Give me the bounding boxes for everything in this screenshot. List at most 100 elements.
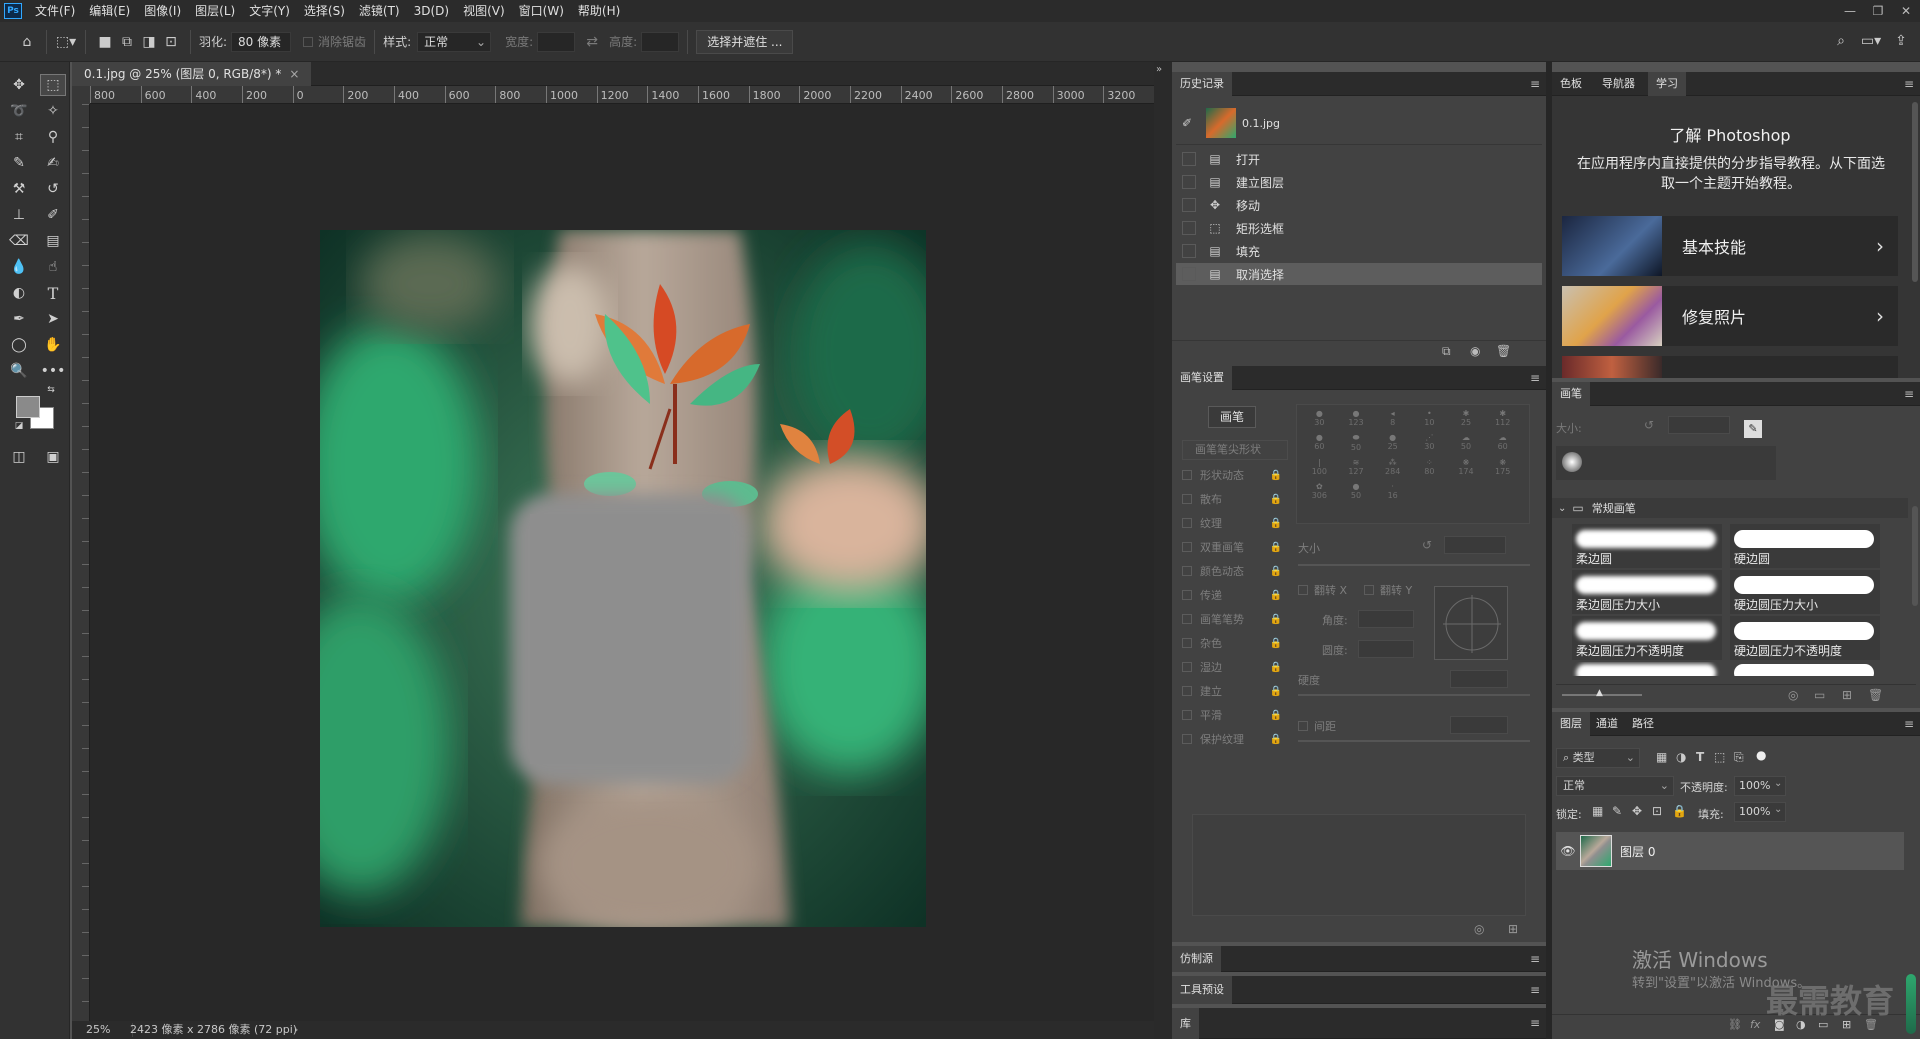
spacing-checkbox[interactable]: 间距 (1298, 718, 1336, 734)
blend-mode-select[interactable]: 正常 ⌄ (1556, 776, 1674, 796)
quick-mask-icon[interactable]: ◫ (6, 446, 32, 468)
path-selection-tool-icon[interactable]: ➤ (40, 308, 66, 330)
checkbox[interactable] (1182, 662, 1192, 672)
scrollbar[interactable] (1912, 102, 1918, 282)
lock-icon[interactable]: 🔒 (1270, 518, 1282, 529)
healing-brush-tool-icon[interactable]: ✎ (6, 152, 32, 174)
tip-size[interactable]: ● 50 (1338, 482, 1375, 500)
lock-icon[interactable]: 🔒 (1270, 470, 1282, 481)
brushes-button[interactable]: 画笔 (1208, 406, 1256, 428)
checkbox[interactable] (1182, 518, 1192, 528)
brush-tip-grid[interactable]: ● 30 ● 123 ◂ 8 • 10 ✱ 25 ✱ 112 ● 60 ⬬ 50 ● 25 ⋰ 30… (1296, 404, 1530, 524)
layer-row[interactable]: 👁 图层 0 (1556, 832, 1904, 870)
tip-size[interactable]: ❋ 175 (1484, 458, 1521, 476)
collapse-arrows-icon[interactable]: » (1156, 64, 1162, 75)
layer-filter-select[interactable]: ⌕ 类型 ⌄ (1556, 748, 1640, 768)
lock-pixels-icon[interactable]: ✎ (1612, 804, 1622, 818)
scroll-indicator[interactable] (1906, 974, 1916, 1034)
brush-option[interactable]: 画笔笔势 🔒 (1182, 608, 1282, 630)
reset-size-icon[interactable]: ↺ (1422, 538, 1432, 552)
antialias-checkbox[interactable]: 消除锯齿 (303, 33, 366, 50)
close-icon[interactable]: ✕ (1892, 0, 1920, 22)
tip-size[interactable]: ⁘ 80 (1411, 458, 1448, 476)
lock-transparency-icon[interactable]: ▦ (1592, 804, 1603, 818)
tip-size[interactable]: ❘ 100 (1301, 458, 1338, 476)
scrollbar[interactable] (1912, 506, 1918, 606)
eyedropper-tool-icon[interactable]: ⚲ (40, 126, 66, 148)
clone-source-panel-header[interactable]: 仿制源 ≡ (1172, 946, 1546, 972)
type-tool-icon[interactable]: T (40, 282, 66, 304)
size-input[interactable] (1444, 536, 1506, 554)
type-filter-icon[interactable]: T (1696, 750, 1704, 764)
chevron-down-icon[interactable]: ⌄ (1774, 778, 1782, 789)
marquee-preset-icon[interactable]: ⬚▾ (55, 31, 77, 53)
menu-window[interactable]: 窗口(W) (512, 0, 571, 22)
search-icon[interactable]: ⌕ (1830, 30, 1852, 52)
checkbox[interactable] (1182, 494, 1192, 504)
brush-option[interactable]: 形状动态 🔒 (1182, 464, 1282, 486)
subtract-selection-icon[interactable]: ◨ (138, 31, 160, 53)
tab-libraries[interactable]: 库 (1172, 1008, 1199, 1039)
lock-position-icon[interactable]: ✥ (1632, 804, 1642, 818)
history-snapshot[interactable]: ✐ 0.1.jpg (1176, 106, 1542, 140)
brush-preset[interactable]: 柔边圆压力大小 (1572, 570, 1722, 614)
lock-icon[interactable]: 🔒 (1270, 734, 1282, 745)
tip-size[interactable]: ✿ 306 (1301, 482, 1338, 500)
width-input[interactable] (537, 31, 576, 52)
checkbox[interactable] (1182, 638, 1192, 648)
tab-history[interactable]: 历史记录 (1172, 72, 1232, 96)
checkbox[interactable] (1182, 267, 1196, 281)
art-history-brush-icon[interactable]: ✐ (40, 204, 66, 226)
tip-size[interactable]: ⁂ 284 (1374, 458, 1411, 476)
menu-type[interactable]: 文字(Y) (242, 0, 297, 22)
trash-icon[interactable]: 🗑 (1496, 344, 1511, 358)
select-and-mask-button[interactable]: 选择并遮住 ... (696, 29, 794, 54)
panel-menu-icon[interactable]: ≡ (1530, 72, 1540, 96)
tab-tool-presets[interactable]: 工具预设 (1172, 976, 1232, 1004)
menu-view[interactable]: 视图(V) (456, 0, 512, 22)
learn-card-more[interactable] (1562, 356, 1898, 378)
slider-thumb-icon[interactable]: ▲ (1596, 688, 1603, 698)
chevron-down-icon[interactable]: ⌄ (1558, 503, 1566, 514)
foreground-color-swatch-top[interactable] (16, 396, 40, 418)
hardness-input[interactable] (1450, 670, 1508, 688)
checkbox[interactable] (1182, 734, 1192, 744)
visibility-icon[interactable]: ◎ (1788, 688, 1798, 702)
new-brush-icon[interactable]: ⊞ (1842, 688, 1852, 702)
move-tool-icon[interactable]: ✥ (6, 74, 32, 96)
brush-option[interactable]: 平滑 🔒 (1182, 704, 1282, 726)
eye-icon[interactable]: 👁 (1556, 844, 1580, 858)
smudge-tool-icon[interactable]: ☝ (40, 256, 66, 278)
hand-tool-icon[interactable]: ✋ (40, 334, 66, 356)
smart-object-filter-icon[interactable]: ⎘ (1734, 750, 1744, 765)
tab-layers[interactable]: 图层 (1552, 712, 1590, 736)
lock-icon[interactable]: 🔒 (1270, 686, 1282, 697)
learn-card-basic-skills[interactable]: 基本技能 › (1562, 216, 1898, 276)
history-item[interactable]: ▤ 建立图层 (1176, 171, 1542, 193)
trash-icon[interactable]: 🗑 (1868, 688, 1883, 702)
tip-size[interactable]: ● 30 (1301, 409, 1338, 427)
tip-size[interactable]: ☁ 50 (1448, 433, 1485, 452)
angle-input[interactable] (1358, 610, 1414, 628)
reset-icon[interactable]: ↺ (1644, 418, 1654, 432)
history-brush-tool-icon[interactable]: ↺ (40, 178, 66, 200)
checkbox[interactable] (1182, 686, 1192, 696)
brush-option[interactable]: 散布 🔒 (1182, 488, 1282, 510)
canvas-area[interactable] (90, 104, 1154, 1021)
tip-size[interactable]: ● 60 (1301, 433, 1338, 452)
panel-menu-icon[interactable]: ≡ (1530, 366, 1540, 390)
roundness-input[interactable] (1358, 640, 1414, 658)
history-brush-source-icon[interactable]: ✐ (1182, 116, 1196, 130)
checkbox[interactable] (1182, 710, 1192, 720)
tool-presets-panel-header[interactable]: 工具预设 ≡ (1172, 976, 1546, 1004)
restore-icon[interactable]: ❐ (1864, 0, 1892, 22)
menu-select[interactable]: 选择(S) (297, 0, 352, 22)
new-document-from-state-icon[interactable]: ⧉ (1442, 344, 1451, 359)
panel-menu-icon[interactable]: ≡ (1530, 1008, 1540, 1039)
brush-option[interactable]: 双重画笔 🔒 (1182, 536, 1282, 558)
camera-icon[interactable]: ◉ (1470, 344, 1480, 358)
lock-icon[interactable]: 🔒 (1270, 614, 1282, 625)
screen-mode-icon[interactable]: ▣ (40, 446, 66, 468)
brush-tip-shape[interactable]: 画笔笔尖形状 (1182, 440, 1288, 460)
tip-size[interactable]: • 10 (1411, 409, 1448, 427)
